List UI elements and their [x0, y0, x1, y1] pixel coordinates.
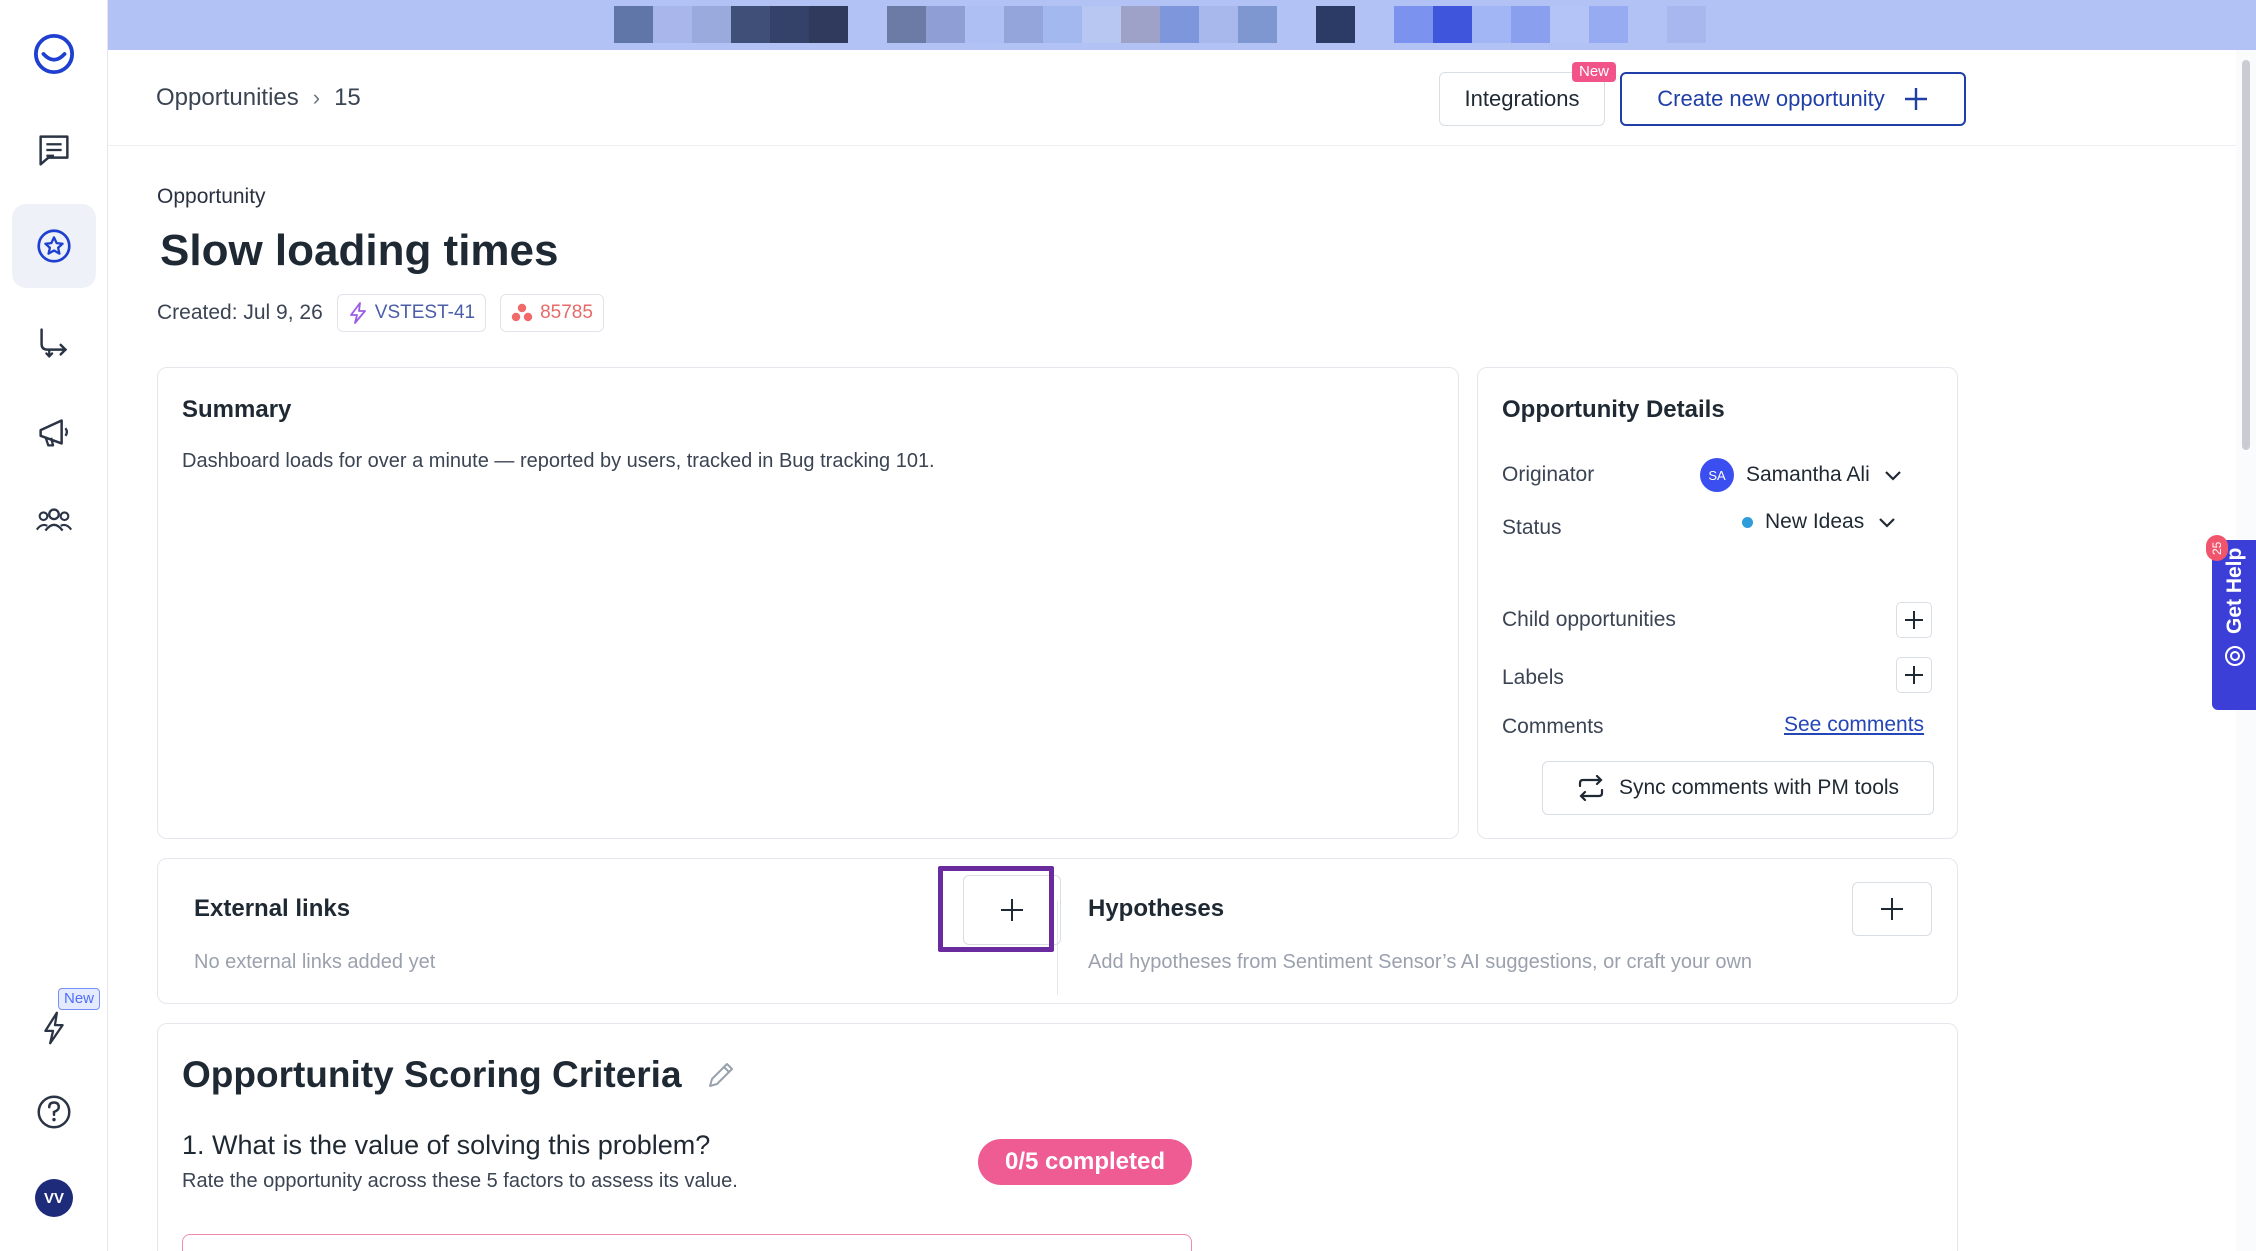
plus-icon — [1881, 898, 1903, 920]
opportunities-star-icon[interactable] — [12, 204, 96, 288]
new-feature-badge: New — [58, 988, 101, 1010]
originator-name: Samantha Ali — [1746, 463, 1870, 486]
sync-comments-label: Sync comments with PM tools — [1618, 776, 1900, 799]
see-comments-link[interactable]: See comments — [1784, 713, 1924, 737]
external-id-chip[interactable]: 85785 — [500, 294, 604, 332]
chevron-down-icon — [1884, 471, 1901, 481]
plus-icon — [1904, 88, 1927, 110]
labels-label: Labels — [1502, 666, 1564, 689]
integrations-new-badge: New — [1572, 62, 1617, 82]
external-links-empty: No external links added yet — [194, 951, 436, 973]
status-dot — [1742, 516, 1753, 528]
page-eyebrow: Opportunity — [157, 185, 266, 208]
opportunity-details-card: Opportunity Details Originator SA Samant… — [1477, 367, 1958, 839]
scoring-title: Opportunity Scoring Criteria — [182, 1054, 738, 1096]
sync-arrows-icon — [1578, 775, 1604, 801]
hypotheses-empty: Add hypotheses from Sentiment Sensor’s A… — [1088, 951, 1753, 973]
app-logo-icon[interactable] — [12, 12, 96, 96]
chevron-down-icon — [1879, 518, 1895, 528]
originator-dropdown[interactable]: SA Samantha Ali — [1700, 458, 1904, 492]
status-label: Status — [1502, 516, 1562, 539]
pencil-icon[interactable] — [704, 1058, 738, 1092]
hypotheses-title: Hypotheses — [1088, 895, 1225, 922]
scrollbar-thumb[interactable] — [2242, 60, 2250, 450]
comments-label: Comments — [1502, 715, 1604, 738]
scoring-criteria-card: Opportunity Scoring Criteria 1. What is … — [157, 1023, 1958, 1251]
add-external-link-button[interactable] — [963, 875, 1061, 945]
lifebuoy-icon — [2225, 646, 2245, 667]
summary-title: Summary — [182, 396, 292, 423]
issue-key-chip[interactable]: VSTEST-41 — [336, 294, 487, 332]
scoring-title-text: Opportunity Scoring Criteria — [182, 1054, 682, 1095]
left-sidebar: New VV — [0, 0, 108, 1251]
breadcrumb-opportunities-link[interactable]: Opportunities — [156, 84, 299, 112]
sync-comments-button[interactable]: Sync comments with PM tools — [1542, 761, 1934, 815]
lightning-icon — [349, 302, 366, 324]
messages-icon[interactable] — [12, 108, 96, 192]
external-id: 85785 — [540, 302, 593, 323]
details-title: Opportunity Details — [1502, 396, 1725, 423]
plus-icon — [1001, 899, 1023, 921]
add-hypothesis-button[interactable] — [1852, 882, 1932, 936]
page-title[interactable]: Slow loading times — [160, 226, 559, 276]
get-help-label[interactable]: Get Help — [2220, 540, 2250, 710]
breadcrumb-separator: › — [312, 85, 321, 110]
child-opportunities-label: Child opportunities — [1502, 608, 1676, 631]
scoring-subtitle: Rate the opportunity across these 5 fact… — [182, 1170, 738, 1192]
get-help-badge: 25 — [2206, 535, 2228, 561]
originator-label: Originator — [1502, 463, 1595, 486]
completion-badge: 0/5 completed — [978, 1139, 1192, 1185]
breadcrumb-current: 15 — [334, 84, 361, 111]
issue-key: VSTEST-41 — [374, 302, 476, 323]
summary-card: Summary Dashboard loads for over a minut… — [157, 367, 1459, 839]
user-avatar[interactable]: VV — [35, 1179, 73, 1217]
asana-icon — [511, 303, 533, 322]
create-opportunity-button[interactable]: Create new opportunity — [1620, 72, 1966, 126]
factor-card[interactable] — [182, 1234, 1192, 1251]
scoring-question: 1. What is the value of solving this pro… — [182, 1130, 711, 1160]
plus-icon — [1905, 611, 1923, 629]
top-banner — [108, 0, 2256, 50]
breadcrumb: Opportunities › 15 — [156, 84, 361, 112]
team-icon[interactable] — [12, 479, 96, 563]
links-hypotheses-card: External links No external links added y… — [157, 858, 1958, 1004]
external-links-title: External links — [194, 895, 351, 922]
opportunity-meta: Created: Jul 9, 26 VSTEST-41 85785 — [157, 294, 604, 332]
status-value: New Ideas — [1765, 510, 1865, 533]
get-help-text: Get Help — [2223, 548, 2246, 635]
help-icon[interactable] — [12, 1070, 96, 1154]
megaphone-icon[interactable] — [12, 390, 96, 474]
create-opportunity-label: Create new opportunity — [1657, 86, 1885, 111]
page-header: Opportunities › 15 Integrations New Crea… — [108, 50, 2236, 146]
status-dropdown[interactable]: New Ideas — [1742, 510, 1898, 534]
summary-text[interactable]: Dashboard loads for over a minute — repo… — [182, 450, 935, 473]
plus-icon — [1905, 666, 1923, 684]
originator-avatar: SA — [1700, 458, 1734, 492]
created-date: Created: Jul 9, 26 — [157, 301, 323, 324]
add-label-button[interactable] — [1896, 657, 1932, 693]
add-child-opportunity-button[interactable] — [1896, 602, 1932, 638]
routing-icon[interactable] — [12, 300, 96, 384]
section-divider — [1057, 901, 1058, 995]
